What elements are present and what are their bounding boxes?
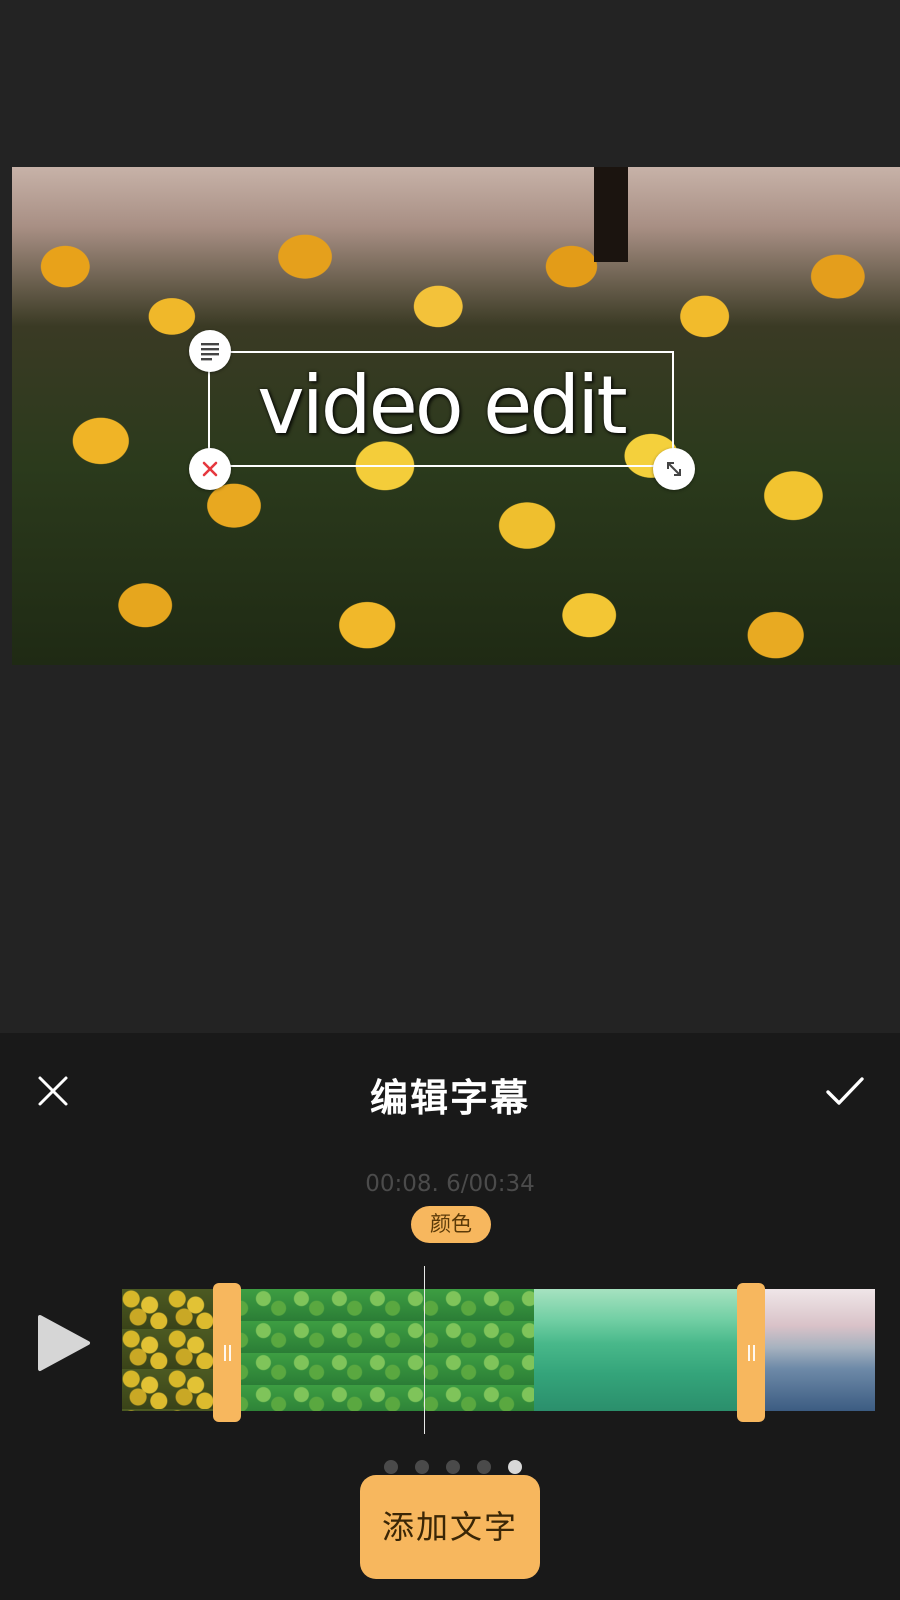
resize-icon (667, 462, 681, 476)
page-dot[interactable] (477, 1460, 491, 1474)
grip-icon (747, 1344, 755, 1361)
trim-handle-start[interactable] (213, 1283, 241, 1422)
video-preview: video edit (0, 0, 900, 1033)
page-indicator (0, 1460, 900, 1476)
confirm-button[interactable] (820, 1068, 870, 1114)
clip-thumbnail (122, 1289, 214, 1411)
sticker-text[interactable]: video edit (210, 359, 672, 452)
color-tag[interactable]: 颜色 (411, 1206, 491, 1243)
sticker-resize-button[interactable] (653, 448, 695, 490)
text-sticker[interactable]: video edit (208, 351, 674, 467)
timecode: 00:08. 6/00:34 (365, 1171, 535, 1197)
check-icon (826, 1077, 864, 1105)
sticker-edit-button[interactable] (189, 330, 231, 372)
page-dot[interactable] (508, 1460, 522, 1474)
page-dot[interactable] (384, 1460, 398, 1474)
grip-icon (223, 1344, 231, 1361)
playhead[interactable] (424, 1266, 425, 1434)
add-text-button[interactable]: 添加文字 (360, 1475, 540, 1579)
trim-handle-end[interactable] (737, 1283, 765, 1422)
sticker-delete-button[interactable] (189, 448, 231, 490)
play-button[interactable] (36, 1313, 92, 1373)
play-icon (38, 1315, 90, 1371)
page-dot[interactable] (446, 1460, 460, 1474)
tree-trunk (594, 167, 628, 262)
page-dot[interactable] (415, 1460, 429, 1474)
text-align-icon (201, 343, 219, 361)
clip-thumbnail (534, 1289, 739, 1411)
clip-thumbnail (214, 1289, 534, 1411)
close-icon (202, 461, 218, 477)
page-title: 编辑字幕 (369, 1076, 530, 1120)
